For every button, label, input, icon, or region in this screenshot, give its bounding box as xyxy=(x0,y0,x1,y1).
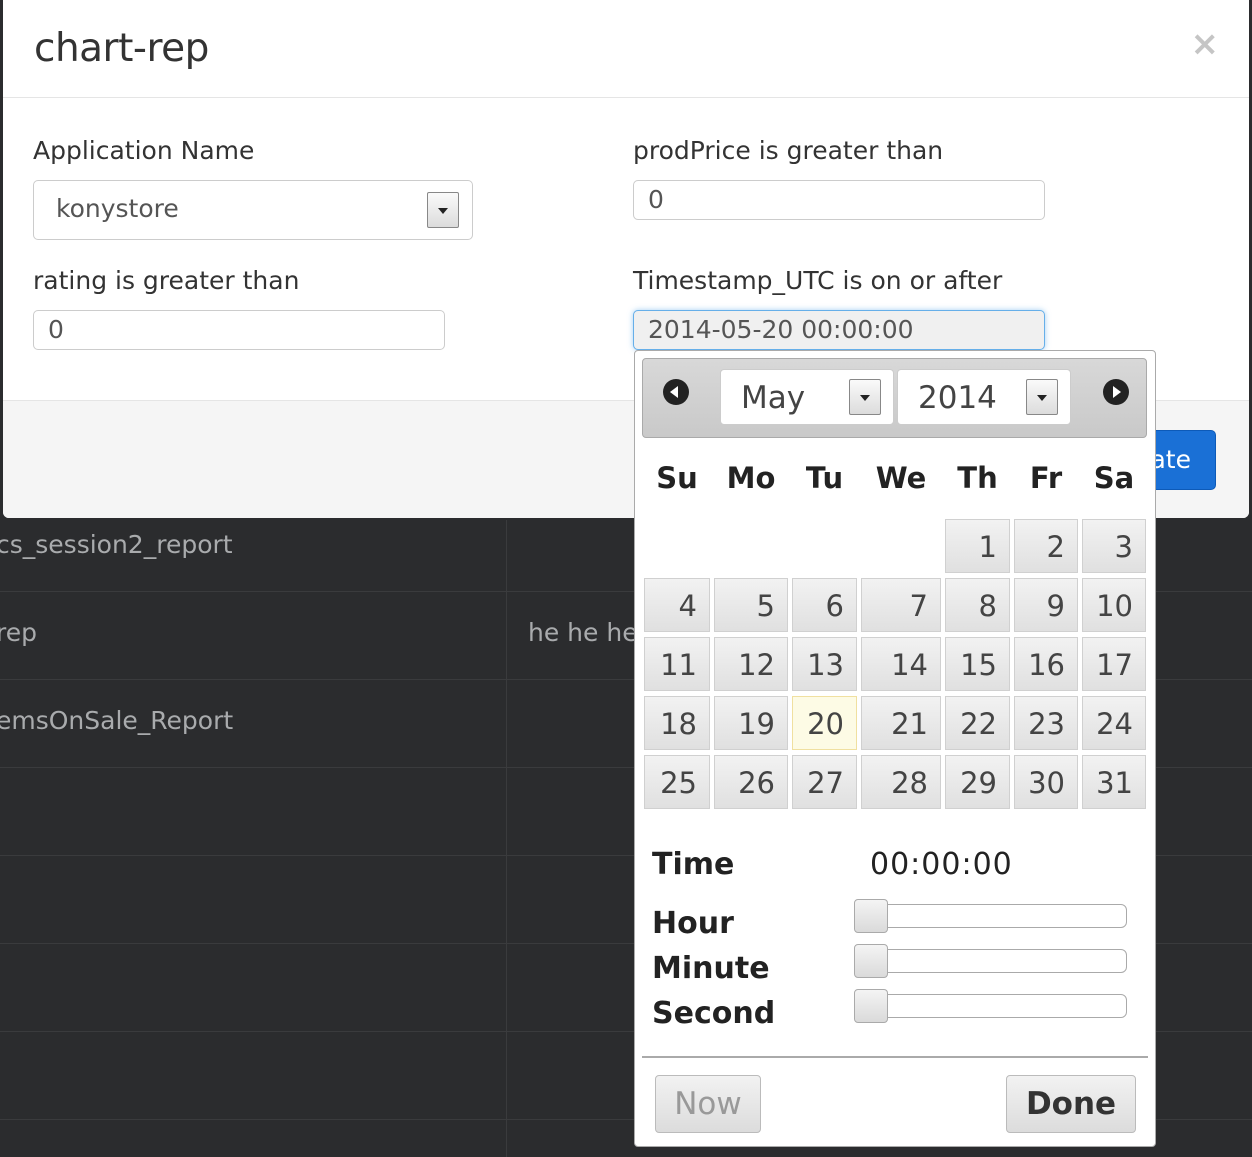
calendar-day[interactable]: 27 xyxy=(792,755,857,809)
minute-slider[interactable] xyxy=(854,944,1127,978)
minute-label: Minute xyxy=(652,951,770,986)
calendar-day[interactable]: 3 xyxy=(1082,519,1146,573)
row-description: he he he xyxy=(528,618,638,647)
calendar-day[interactable]: 23 xyxy=(1014,696,1078,750)
row-name: cs_session2_report xyxy=(0,530,233,559)
chevron-down-icon xyxy=(1026,379,1058,415)
calendar-day[interactable]: 7 xyxy=(861,578,941,632)
calendar-day[interactable]: 13 xyxy=(792,637,857,691)
calendar-day[interactable]: 18 xyxy=(644,696,710,750)
timestamp-label: Timestamp_UTC is on or after xyxy=(633,266,1003,295)
now-button[interactable]: Now xyxy=(655,1075,761,1133)
second-label: Second xyxy=(652,996,776,1031)
second-slider[interactable] xyxy=(854,989,1127,1023)
calendar-day[interactable]: 14 xyxy=(861,637,941,691)
datepicker-header: May 2014 xyxy=(642,358,1147,438)
time-label: Time xyxy=(652,847,735,882)
chevron-down-icon xyxy=(427,192,459,228)
application-name-value: konystore xyxy=(56,194,179,223)
weekday-label: Tu xyxy=(805,461,844,495)
calendar-day[interactable]: 31 xyxy=(1082,755,1146,809)
calendar-day[interactable]: 11 xyxy=(644,637,710,691)
weekday-label: Sa xyxy=(1093,461,1135,495)
prodprice-label: prodPrice is greater than xyxy=(633,136,944,165)
year-select[interactable]: 2014 xyxy=(897,369,1071,425)
calendar-day[interactable]: 22 xyxy=(945,696,1010,750)
modal-title: chart-rep xyxy=(34,26,209,71)
year-value: 2014 xyxy=(918,380,997,416)
minute-slider-handle[interactable] xyxy=(854,944,888,978)
weekday-label: Th xyxy=(957,461,998,495)
calendar-day[interactable]: 28 xyxy=(861,755,941,809)
calendar-day[interactable]: 4 xyxy=(644,578,710,632)
column-divider xyxy=(506,520,507,1157)
calendar-day[interactable]: 25 xyxy=(644,755,710,809)
row-name: emsOnSale_Report xyxy=(0,706,234,735)
timestamp-input[interactable]: 2014-05-20 00:00:00 xyxy=(633,310,1045,350)
calendar-day[interactable]: 16 xyxy=(1014,637,1078,691)
calendar-day[interactable]: 6 xyxy=(792,578,857,632)
time-value: 00:00:00 xyxy=(870,847,1013,882)
rating-label: rating is greater than xyxy=(33,266,300,295)
application-name-label: Application Name xyxy=(33,136,255,165)
arrow-right-circle-icon[interactable] xyxy=(1103,379,1129,405)
weekday-label: Fr xyxy=(1029,461,1063,495)
month-select[interactable]: May xyxy=(720,369,894,425)
hour-label: Hour xyxy=(652,906,734,941)
weekday-label: We xyxy=(875,461,927,495)
calendar-day[interactable]: 8 xyxy=(945,578,1010,632)
calendar-day[interactable]: 19 xyxy=(714,696,788,750)
weekday-label: Su xyxy=(656,461,698,495)
hour-slider-handle[interactable] xyxy=(854,899,888,933)
calendar-day[interactable]: 21 xyxy=(861,696,941,750)
modal-header: chart-rep × xyxy=(3,0,1249,98)
calendar-day[interactable]: 24 xyxy=(1082,696,1146,750)
calendar-day[interactable]: 1 xyxy=(945,519,1010,573)
row-name: rep xyxy=(0,618,37,647)
done-button[interactable]: Done xyxy=(1006,1075,1136,1133)
second-slider-handle[interactable] xyxy=(854,989,888,1023)
hour-slider[interactable] xyxy=(854,899,1127,933)
application-name-select[interactable]: konystore xyxy=(33,180,473,240)
chevron-down-icon xyxy=(849,379,881,415)
month-value: May xyxy=(741,380,806,416)
calendar-day[interactable]: 15 xyxy=(945,637,1010,691)
calendar-day[interactable]: 26 xyxy=(714,755,788,809)
calendar-day[interactable]: 2 xyxy=(1014,519,1078,573)
calendar-day[interactable]: 10 xyxy=(1082,578,1146,632)
calendar-day[interactable]: 20 xyxy=(792,696,857,750)
calendar-day[interactable]: 17 xyxy=(1082,637,1146,691)
arrow-left-circle-icon[interactable] xyxy=(663,379,689,405)
divider xyxy=(642,1056,1148,1058)
calendar-day[interactable]: 29 xyxy=(945,755,1010,809)
close-icon[interactable]: × xyxy=(1191,24,1220,64)
weekday-label: Mo xyxy=(726,461,776,495)
calendar-day[interactable]: 9 xyxy=(1014,578,1078,632)
prodprice-input[interactable]: 0 xyxy=(633,180,1045,220)
calendar-day[interactable]: 30 xyxy=(1014,755,1078,809)
datetime-picker: May 2014 Su Mo Tu We Th Fr Sa 1 2 3 4 5 6 7 8 9 10 11 12 1… xyxy=(634,350,1156,1147)
calendar-day[interactable]: 12 xyxy=(714,637,788,691)
calendar-day[interactable]: 5 xyxy=(714,578,788,632)
rating-input[interactable]: 0 xyxy=(33,310,445,350)
